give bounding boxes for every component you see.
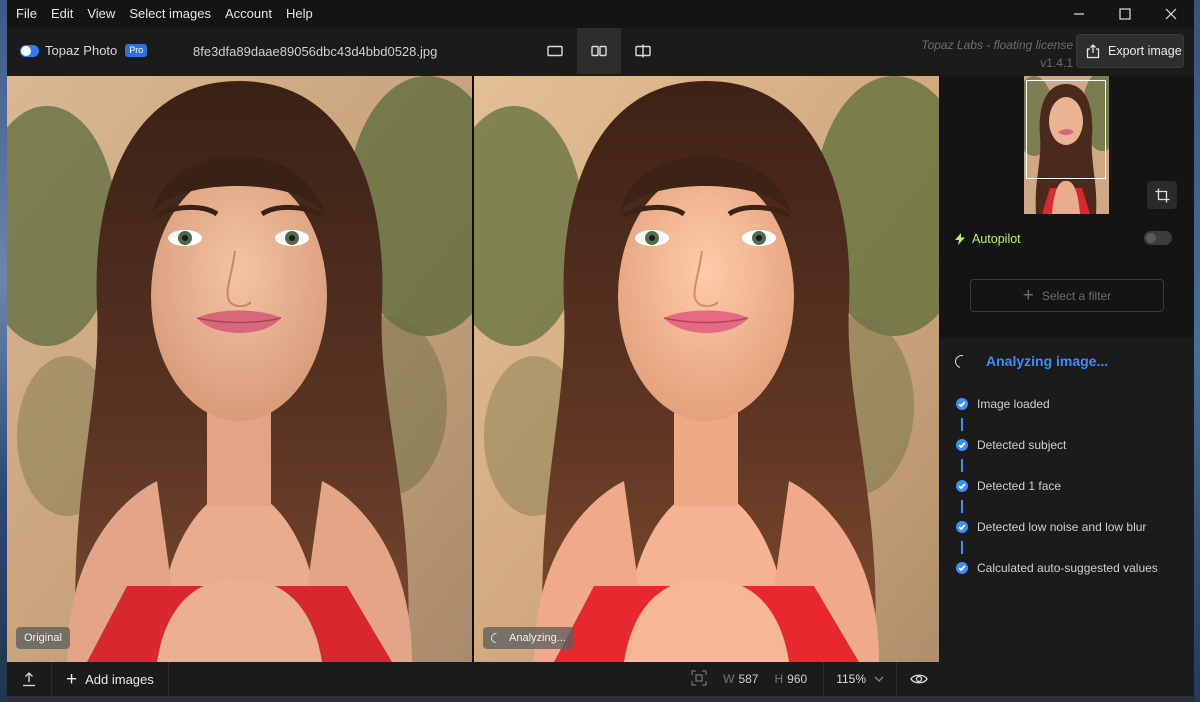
processed-image-pane[interactable]: Analyzing... — [474, 76, 939, 662]
menu-view[interactable]: View — [80, 0, 122, 28]
processing-status-text: Analyzing... — [509, 632, 566, 644]
processed-photo — [474, 76, 939, 662]
preview-toggle-button[interactable] — [896, 662, 940, 696]
split-view-button[interactable] — [621, 28, 665, 74]
export-label: Export image — [1108, 44, 1182, 58]
bottom-toolbar: + Add images W 587 H 960 115% — [7, 662, 940, 696]
autopilot-toggle[interactable] — [1144, 231, 1172, 245]
add-images-button[interactable]: + Add images — [52, 662, 169, 696]
check-circle-icon — [956, 439, 968, 451]
desktop-background-right — [1194, 0, 1200, 702]
close-button[interactable] — [1148, 0, 1194, 28]
license-name: Topaz Labs - floating license — [921, 38, 1073, 52]
brand: Topaz Photo Pro — [20, 43, 148, 58]
select-filter-button[interactable]: + Select a filter — [970, 279, 1164, 312]
chevron-down-icon — [874, 676, 884, 682]
select-filter-label: Select a filter — [1041, 288, 1112, 303]
crop-icon — [1155, 188, 1169, 202]
app-version: v1.4.1 — [1040, 56, 1073, 70]
analysis-section: Analyzing image... Image loaded Detected… — [940, 338, 1194, 696]
original-label-text: Original — [24, 632, 62, 644]
add-images-label: Add images — [85, 671, 154, 687]
single-view-button[interactable] — [533, 28, 577, 74]
pro-badge: Pro — [125, 44, 148, 57]
export-icon — [1086, 43, 1100, 58]
original-photo — [7, 76, 472, 662]
check-circle-icon — [956, 480, 968, 492]
navigator — [940, 76, 1194, 216]
license-info: Topaz Labs - floating license v1.4.1 — [921, 36, 1073, 72]
crop-button[interactable] — [1147, 181, 1177, 209]
maximize-button[interactable] — [1102, 0, 1148, 28]
analysis-step: Detected low noise and low blur — [956, 519, 1186, 535]
desktop-background-left — [0, 0, 7, 702]
analysis-step: Image loaded — [956, 396, 1186, 412]
analysis-steps: Image loaded Detected subject Detected 1… — [956, 396, 1186, 576]
menu-edit[interactable]: Edit — [44, 0, 80, 28]
minimize-icon — [1074, 13, 1084, 15]
image-height: H 960 — [774, 672, 808, 686]
menu-bar: File Edit View Select images Account Hel… — [7, 0, 1194, 28]
navigator-viewport-frame[interactable] — [1026, 80, 1106, 179]
analysis-step: Calculated auto-suggested values — [956, 560, 1186, 576]
menu-help[interactable]: Help — [279, 0, 320, 28]
single-view-icon — [547, 45, 563, 57]
topaz-photo-window: File Edit View Select images Account Hel… — [7, 0, 1194, 696]
step-connector — [961, 453, 963, 478]
export-image-button[interactable]: Export image — [1076, 34, 1184, 68]
loading-spinner-icon — [952, 352, 971, 370]
image-info-controls: W 587 H 960 115% — [691, 662, 940, 696]
loading-spinner-icon — [488, 630, 504, 646]
zoom-value: 115% — [836, 672, 866, 686]
upload-icon — [23, 671, 35, 686]
zoom-dropdown[interactable]: 115% — [823, 662, 896, 696]
menu-select-images[interactable]: Select images — [122, 0, 218, 28]
split-view-icon — [635, 44, 651, 58]
step-connector — [961, 494, 963, 519]
plus-icon: + — [66, 668, 78, 690]
fit-to-screen-button[interactable] — [691, 670, 709, 688]
original-image-pane[interactable]: Original — [7, 76, 472, 662]
step-connector — [961, 535, 963, 560]
right-panel: Autopilot + Select a filter Analyzing im… — [940, 76, 1194, 696]
original-label: Original — [16, 627, 70, 649]
close-icon — [1165, 8, 1177, 20]
window-controls — [1056, 0, 1194, 28]
fit-to-screen-icon — [691, 670, 707, 686]
check-circle-icon — [956, 562, 968, 574]
brand-logo-icon — [20, 44, 39, 57]
check-circle-icon — [956, 521, 968, 533]
file-name: 8fe3dfa89daae89056dbc43d4bbd0528.jpg — [193, 44, 438, 59]
app-header: Topaz Photo Pro 8fe3dfa89daae89056dbc43d… — [7, 28, 1194, 76]
eye-icon — [909, 674, 928, 684]
side-by-side-view-button[interactable] — [577, 28, 621, 74]
menu-account[interactable]: Account — [218, 0, 279, 28]
maximize-icon — [1119, 8, 1131, 20]
upload-button[interactable] — [7, 662, 52, 696]
analysis-title: Analyzing image... — [986, 353, 1109, 369]
analysis-step: Detected 1 face — [956, 478, 1186, 494]
check-circle-icon — [956, 398, 968, 410]
menu-file[interactable]: File — [7, 0, 44, 28]
plus-icon: + — [1022, 285, 1034, 306]
lightning-icon — [955, 233, 965, 245]
analysis-step: Detected subject — [956, 437, 1186, 453]
autopilot-label: Autopilot — [955, 232, 1021, 246]
autopilot-section: Autopilot + Select a filter — [940, 216, 1194, 338]
brand-name: Topaz Photo — [45, 43, 118, 58]
image-width: W 587 — [723, 672, 759, 686]
processing-status-label: Analyzing... — [483, 627, 574, 649]
analysis-header: Analyzing image... — [952, 352, 1109, 370]
step-connector — [961, 412, 963, 437]
side-by-side-view-icon — [591, 45, 607, 57]
minimize-button[interactable] — [1056, 0, 1102, 28]
